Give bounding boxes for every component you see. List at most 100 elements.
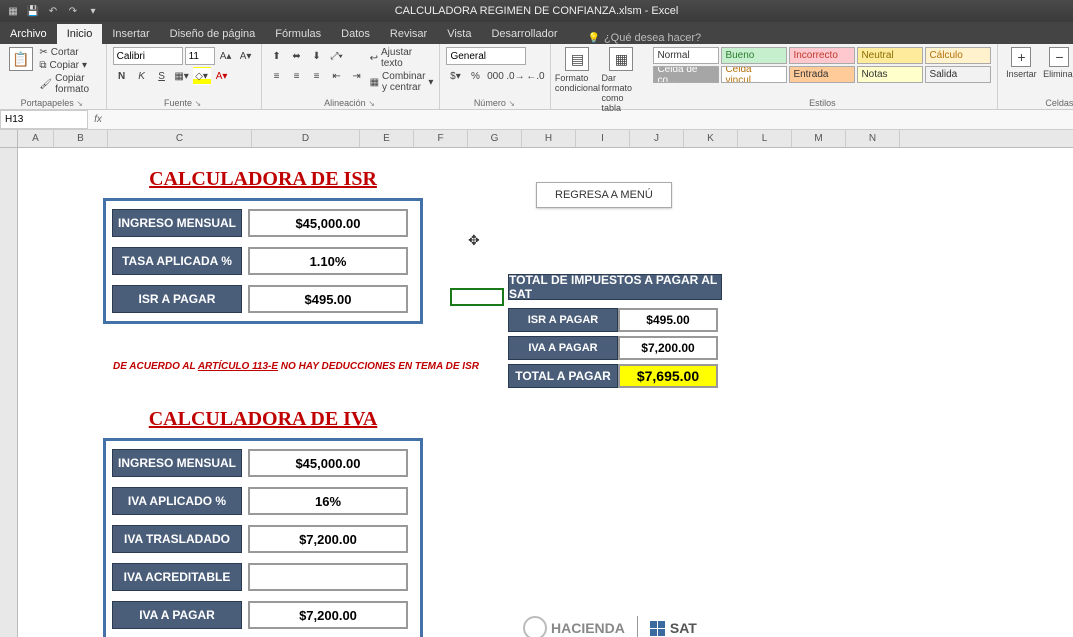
style-notas[interactable]: Notas: [857, 66, 923, 83]
undo-icon[interactable]: ↶: [46, 4, 60, 18]
percent-button[interactable]: %: [466, 67, 484, 85]
qat-more-icon[interactable]: ▾: [86, 4, 100, 18]
col-header-C[interactable]: C: [108, 130, 252, 147]
tab-file[interactable]: Archivo: [0, 24, 57, 44]
summary-iva-label: IVA A PAGAR: [508, 336, 618, 360]
redo-icon[interactable]: ↷: [66, 4, 80, 18]
borders-button[interactable]: ▦▾: [173, 67, 191, 85]
summary-isr-value[interactable]: $495.00: [618, 308, 718, 332]
style-entrada[interactable]: Entrada: [789, 66, 855, 83]
indent-decrease-icon[interactable]: ⇤: [328, 67, 346, 85]
col-header-I[interactable]: I: [576, 130, 630, 147]
align-center-icon[interactable]: ≡: [288, 67, 306, 85]
style-normal[interactable]: Normal: [653, 47, 719, 64]
delete-cells-button[interactable]: −Eliminar: [1042, 47, 1073, 79]
underline-button[interactable]: S: [153, 67, 171, 85]
tell-me[interactable]: ¿Qué desea hacer?: [587, 32, 701, 44]
iva-aplicado-value[interactable]: 16%: [248, 487, 408, 515]
merge-center-button[interactable]: ▦Combinar y centrar ▾: [370, 71, 434, 93]
style-incorrecto[interactable]: Incorrecto: [789, 47, 855, 64]
worksheet[interactable]: CALCULADORA DE ISR INGRESO MENSUAL $45,0…: [18, 148, 1073, 637]
style-neutral[interactable]: Neutral: [857, 47, 923, 64]
increase-font-icon[interactable]: A▴: [217, 47, 235, 65]
col-header-G[interactable]: G: [468, 130, 522, 147]
dialog-launcher-icon[interactable]: ↘: [195, 99, 204, 108]
formula-input[interactable]: [108, 110, 1073, 129]
align-right-icon[interactable]: ≡: [308, 67, 326, 85]
italic-button[interactable]: K: [133, 67, 151, 85]
select-all-corner[interactable]: [0, 130, 18, 147]
isr-tasa-row: TASA APLICADA % 1.10%: [112, 247, 414, 275]
name-box[interactable]: H13: [0, 110, 88, 129]
dialog-launcher-icon[interactable]: ↘: [76, 99, 85, 108]
col-header-M[interactable]: M: [792, 130, 846, 147]
style-clculo[interactable]: Cálculo: [925, 47, 991, 64]
comma-button[interactable]: 000: [486, 67, 504, 85]
tab-inicio[interactable]: Inicio: [57, 24, 103, 44]
copy-button[interactable]: ⧉Copiar ▾: [39, 60, 99, 71]
iva-acreditable-value[interactable]: [248, 563, 408, 591]
regresa-menu-button[interactable]: REGRESA A MENÚ: [536, 182, 672, 208]
font-name-select[interactable]: [113, 47, 183, 65]
conditional-format-button[interactable]: ▤Formato condicional: [557, 47, 597, 93]
col-header-E[interactable]: E: [360, 130, 414, 147]
font-size-select[interactable]: [185, 47, 215, 65]
align-left-icon[interactable]: ≡: [268, 67, 286, 85]
tab-desarrollador[interactable]: Desarrollador: [481, 24, 567, 44]
col-header-F[interactable]: F: [414, 130, 468, 147]
iva-ingreso-value[interactable]: $45,000.00: [248, 449, 408, 477]
orientation-icon[interactable]: ⤢▾: [328, 47, 346, 65]
font-color-button[interactable]: A▾: [213, 67, 231, 85]
format-as-table-button[interactable]: ▦Dar formato como tabla: [601, 47, 641, 113]
fx-button[interactable]: fx: [88, 114, 108, 125]
decrease-decimal-icon[interactable]: ←.0: [526, 67, 544, 85]
align-top-icon[interactable]: ⬆: [268, 47, 286, 65]
col-header-K[interactable]: K: [684, 130, 738, 147]
style-celdadeco[interactable]: Celda de co...: [653, 66, 719, 83]
isr-tasa-value[interactable]: 1.10%: [248, 247, 408, 275]
tab-datos[interactable]: Datos: [331, 24, 380, 44]
increase-decimal-icon[interactable]: .0→: [506, 67, 524, 85]
number-format-select[interactable]: [446, 47, 526, 65]
fill-color-button[interactable]: ◇▾: [193, 67, 211, 85]
decrease-font-icon[interactable]: A▾: [237, 47, 255, 65]
wrap-text-button[interactable]: ↩Ajustar texto: [370, 47, 434, 69]
summary-total-value[interactable]: $7,695.00: [618, 364, 718, 388]
col-header-J[interactable]: J: [630, 130, 684, 147]
tab-insertar[interactable]: Insertar: [102, 24, 159, 44]
tab-revisar[interactable]: Revisar: [380, 24, 437, 44]
iva-ingreso-label: INGRESO MENSUAL: [112, 449, 242, 477]
col-header-A[interactable]: A: [18, 130, 54, 147]
col-header-D[interactable]: D: [252, 130, 360, 147]
tab-diseno[interactable]: Diseño de página: [160, 24, 266, 44]
cut-button[interactable]: ✂Cortar: [39, 47, 99, 58]
paste-button[interactable]: 📋: [6, 47, 35, 71]
style-salida[interactable]: Salida: [925, 66, 991, 83]
style-bueno[interactable]: Bueno: [721, 47, 787, 64]
dialog-launcher-icon[interactable]: ↘: [368, 99, 377, 108]
align-middle-icon[interactable]: ⬌: [288, 47, 306, 65]
isr-pagar-value[interactable]: $495.00: [248, 285, 408, 313]
indent-increase-icon[interactable]: ⇥: [348, 67, 366, 85]
insert-cells-button[interactable]: +Insertar: [1004, 47, 1038, 79]
col-header-H[interactable]: H: [522, 130, 576, 147]
currency-button[interactable]: $▾: [446, 67, 464, 85]
summary-iva-value[interactable]: $7,200.00: [618, 336, 718, 360]
iva-pagar-value[interactable]: $7,200.00: [248, 601, 408, 629]
style-celdavincul[interactable]: Celda vincul...: [721, 66, 787, 83]
dialog-launcher-icon[interactable]: ↘: [508, 99, 517, 108]
bold-button[interactable]: N: [113, 67, 131, 85]
tab-formulas[interactable]: Fórmulas: [265, 24, 331, 44]
format-painter-button[interactable]: 🖌Copiar formato: [39, 73, 99, 95]
brush-icon: 🖌: [39, 79, 52, 90]
isr-ingreso-row: INGRESO MENSUAL $45,000.00: [112, 209, 414, 237]
col-header-L[interactable]: L: [738, 130, 792, 147]
col-header-N[interactable]: N: [846, 130, 900, 147]
iva-trasladado-value[interactable]: $7,200.00: [248, 525, 408, 553]
tab-vista[interactable]: Vista: [437, 24, 481, 44]
align-bottom-icon[interactable]: ⬇: [308, 47, 326, 65]
save-icon[interactable]: 💾: [26, 4, 40, 18]
isr-ingreso-value[interactable]: $45,000.00: [248, 209, 408, 237]
group-styles-tools: ▤Formato condicional ▦Dar formato como t…: [551, 44, 647, 109]
col-header-B[interactable]: B: [54, 130, 108, 147]
